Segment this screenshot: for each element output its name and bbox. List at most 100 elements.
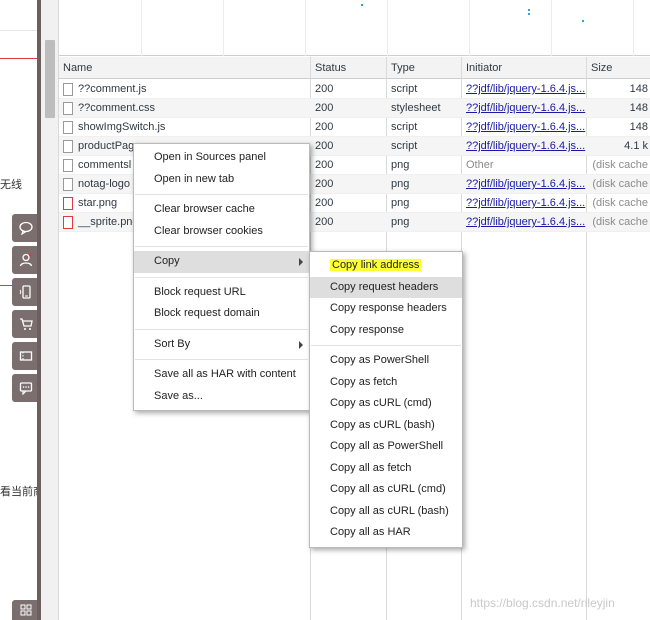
menu-item-copy-all-fetch[interactable]: Copy all as fetch [310,458,462,480]
menu-item-copy[interactable]: Copy [134,251,309,273]
divider [37,0,41,620]
page-text-fragment: 看当前商 [0,486,40,498]
request-name: commentsl [78,159,132,171]
request-type: stylesheet [391,102,441,114]
column-header-status[interactable]: Status [311,57,346,79]
file-icon [63,102,73,115]
file-icon [63,178,73,191]
file-icon [63,159,73,172]
menu-item-copy-curl-cmd[interactable]: Copy as cURL (cmd) [310,393,462,415]
menu-separator [135,359,308,360]
menu-item-clear-cache[interactable]: Clear browser cache [134,199,309,221]
request-initiator-link[interactable]: ??jdf/lib/jquery-1.6.4.js... [466,175,590,194]
menu-separator [311,345,461,346]
request-size: (disk cache [592,159,648,171]
request-initiator-link[interactable]: ??jdf/lib/jquery-1.6.4.js... [466,118,590,137]
request-status: 200 [315,83,334,95]
request-name: showImgSwitch.js [78,121,166,133]
request-name: ??comment.css [78,102,156,114]
page-scrollbar[interactable] [37,0,59,620]
request-initiator-link[interactable]: ??jdf/lib/jquery-1.6.4.js... [466,137,590,156]
column-header-name[interactable]: Name [59,57,92,79]
menu-item-open-new-tab[interactable]: Open in new tab [134,169,309,191]
watermark: https://blog.csdn.net/rileyjin [470,596,615,610]
menu-item-copy-fetch[interactable]: Copy as fetch [310,372,462,394]
network-overview-timeline[interactable] [59,0,650,56]
menu-item-label: Copy [154,255,180,267]
menu-item-save-har[interactable]: Save all as HAR with content [134,364,309,386]
grid-icon[interactable] [12,600,40,620]
request-name: notag-logo [78,178,130,190]
request-status: 200 [315,159,334,171]
column-header-initiator[interactable]: Initiator [462,57,502,79]
side-toolbar [12,214,40,406]
file-icon [63,121,73,134]
image-file-icon [63,197,73,210]
request-size: 4.1 k [624,140,648,152]
request-initiator: Other [466,159,494,171]
menu-separator [135,276,308,278]
ticket-icon[interactable] [12,342,40,370]
request-initiator-link[interactable]: ??jdf/lib/jquery-1.6.4.js... [466,194,590,213]
file-icon [63,140,73,153]
request-status: 200 [315,121,334,133]
menu-item-label: Sort By [154,337,191,350]
table-row[interactable]: ??comment.css 200 stylesheet ??jdf/lib/j… [59,99,650,118]
request-size: (disk cache [592,178,648,190]
menu-item-copy-powershell[interactable]: Copy as PowerShell [310,350,462,372]
menu-item-copy-response[interactable]: Copy response [310,320,462,342]
message-icon[interactable] [12,374,40,402]
copy-submenu: Copy link address Copy request headers C… [309,251,463,548]
menu-item-copy-request-headers[interactable]: Copy request headers [310,276,462,298]
request-type: script [391,83,418,95]
image-file-icon [63,216,73,229]
menu-separator [135,194,308,195]
menu-item-sort-by[interactable]: Sort By [134,334,309,356]
request-initiator-link[interactable]: ??jdf/lib/jquery-1.6.4.js... [466,99,590,118]
menu-item-clear-cookies[interactable]: Clear browser cookies [134,221,309,243]
submenu-arrow-icon [299,340,303,349]
menu-item-copy-response-headers[interactable]: Copy response headers [310,298,462,320]
request-size: 148 [629,121,648,133]
request-size: 148 [629,102,648,114]
cart-icon[interactable] [12,310,40,338]
request-size: 148 [629,83,648,95]
request-name: ??comment.js [78,83,147,95]
chat-bubble-icon[interactable] [12,214,40,242]
menu-item-copy-all-har[interactable]: Copy all as HAR [310,522,462,544]
menu-item-copy-curl-bash[interactable]: Copy as cURL (bash) [310,415,462,437]
menu-item-copy-all-curl-cmd[interactable]: Copy all as cURL (cmd) [310,479,462,501]
menu-separator [135,246,308,247]
request-type: script [391,121,418,133]
user-icon[interactable] [12,246,40,274]
request-size: (disk cache [592,216,648,228]
menu-item-open-in-sources[interactable]: Open in Sources panel [134,147,309,169]
divider [0,30,40,31]
menu-item-copy-link[interactable]: Copy link address [310,255,462,277]
menu-item-copy-all-curl-bash[interactable]: Copy all as cURL (bash) [310,501,462,523]
request-initiator-link[interactable]: ??jdf/lib/jquery-1.6.4.js... [466,213,590,232]
mobile-icon[interactable] [12,278,40,306]
menu-item-block-domain[interactable]: Block request domain [134,303,309,325]
request-status: 200 [315,216,334,228]
request-name: __sprite.png [78,216,139,228]
divider [0,58,40,59]
network-table-header: Name Status Type Initiator Size [59,57,650,79]
request-type: png [391,178,410,190]
menu-item-block-url[interactable]: Block request URL [134,282,309,304]
table-row[interactable]: showImgSwitch.js 200 script ??jdf/lib/jq… [59,118,650,137]
menu-separator [135,328,308,330]
request-initiator-link[interactable]: ??jdf/lib/jquery-1.6.4.js... [466,80,590,99]
scrollbar-thumb[interactable] [45,40,55,118]
menu-item-label: Copy link address [330,259,422,271]
request-type: png [391,159,410,171]
column-header-size[interactable]: Size [587,57,612,79]
request-name: productPag [78,140,135,152]
request-status: 200 [315,178,334,190]
page-text-fragment: 无线 [0,179,22,191]
table-row[interactable]: ??comment.js 200 script ??jdf/lib/jquery… [59,80,650,99]
column-header-type[interactable]: Type [387,57,415,79]
request-type: script [391,140,418,152]
menu-item-copy-all-powershell[interactable]: Copy all as PowerShell [310,436,462,458]
menu-item-save-as[interactable]: Save as... [134,386,309,408]
